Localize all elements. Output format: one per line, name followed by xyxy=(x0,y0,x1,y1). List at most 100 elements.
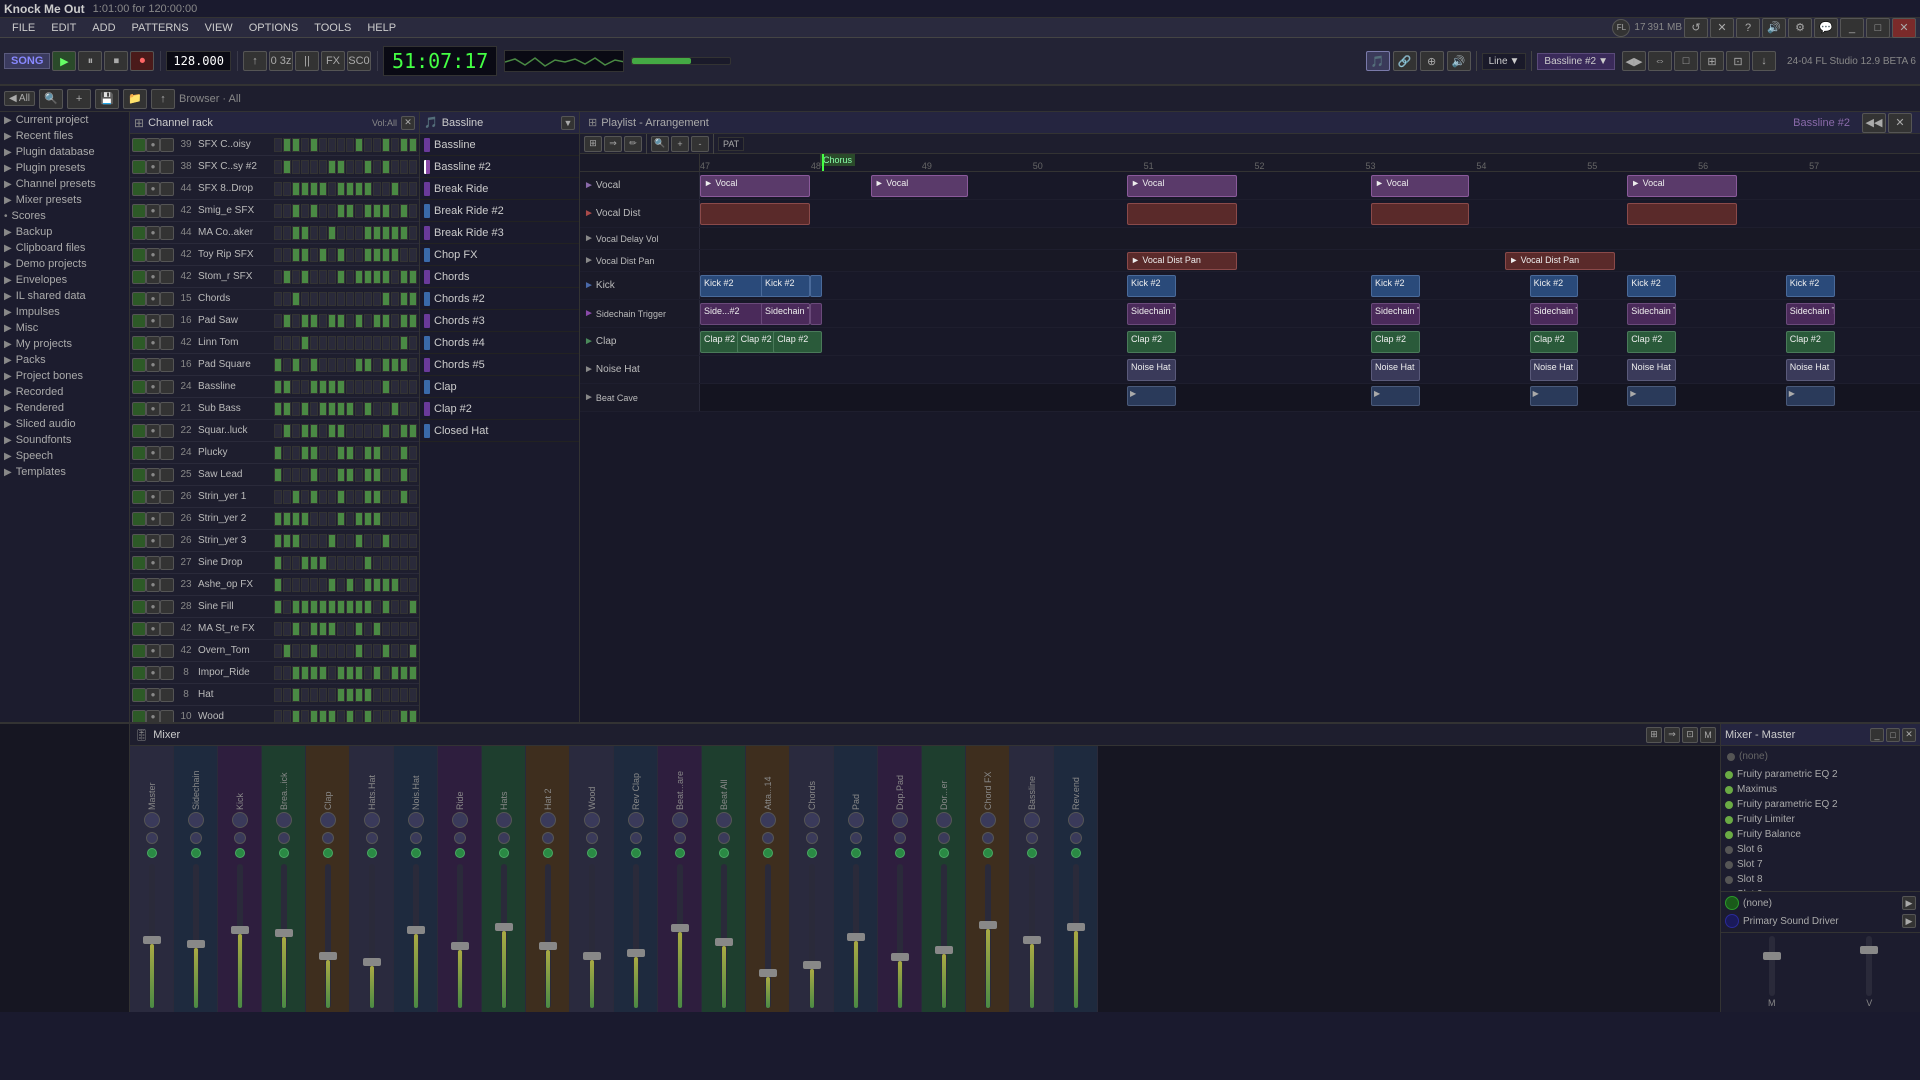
step-23-7[interactable] xyxy=(337,644,345,658)
chan-pattern-14[interactable] xyxy=(274,446,417,460)
clip-side-7[interactable]: Sidechain Trigger #2 xyxy=(1627,303,1676,325)
step-11-5[interactable] xyxy=(319,380,327,394)
step-5-13[interactable] xyxy=(391,248,399,262)
step-11-12[interactable] xyxy=(382,380,390,394)
step-19-10[interactable] xyxy=(364,556,372,570)
mp-max[interactable]: □ xyxy=(1886,728,1900,742)
strip-fader-4[interactable] xyxy=(325,864,331,1008)
step-0-13[interactable] xyxy=(391,138,399,152)
step-3-8[interactable] xyxy=(346,204,354,218)
mp-min[interactable]: _ xyxy=(1870,728,1884,742)
steps-btn[interactable]: 0 3z xyxy=(269,51,293,71)
sidebar-item-demo-projects[interactable]: ▶Demo projects xyxy=(0,256,129,272)
step-6-9[interactable] xyxy=(355,270,363,284)
step-26-11[interactable] xyxy=(373,710,381,723)
step-8-5[interactable] xyxy=(319,314,327,328)
step-18-12[interactable] xyxy=(382,534,390,548)
step-14-3[interactable] xyxy=(301,446,309,460)
step-1-10[interactable] xyxy=(364,160,372,174)
step-8-7[interactable] xyxy=(337,314,345,328)
pl-btn2[interactable]: ✕ xyxy=(1888,113,1912,133)
chan-pattern-21[interactable] xyxy=(274,600,417,614)
step-1-0[interactable] xyxy=(274,160,282,174)
channel-row-1[interactable]: ● 38 SFX C..sy #2 xyxy=(130,156,419,178)
channel-row-16[interactable]: ● 26 Strin_yer 1 xyxy=(130,486,419,508)
step-12-3[interactable] xyxy=(301,402,309,416)
sidebar-item-impulses[interactable]: ▶Impulses xyxy=(0,304,129,320)
step-21-15[interactable] xyxy=(409,600,417,614)
step-22-3[interactable] xyxy=(301,622,309,636)
strip-send-1[interactable] xyxy=(190,832,202,844)
step-10-6[interactable] xyxy=(328,358,336,372)
step-3-13[interactable] xyxy=(391,204,399,218)
pl-t2[interactable]: ⇒ xyxy=(604,136,622,152)
step-8-13[interactable] xyxy=(391,314,399,328)
step-6-8[interactable] xyxy=(346,270,354,284)
step-5-0[interactable] xyxy=(274,248,282,262)
step-12-7[interactable] xyxy=(337,402,345,416)
pause-btn[interactable]: ⏸ xyxy=(78,51,102,71)
chan-pattern-20[interactable] xyxy=(274,578,417,592)
chan-track-1[interactable] xyxy=(160,160,174,174)
step-14-8[interactable] xyxy=(346,446,354,460)
chan-solo-18[interactable]: ● xyxy=(146,534,160,548)
step-20-11[interactable] xyxy=(373,578,381,592)
step-26-15[interactable] xyxy=(409,710,417,723)
step-0-9[interactable] xyxy=(355,138,363,152)
step-8-11[interactable] xyxy=(373,314,381,328)
step-9-2[interactable] xyxy=(292,336,300,350)
chan-pattern-7[interactable] xyxy=(274,292,417,306)
step-20-10[interactable] xyxy=(364,578,372,592)
chan-solo-12[interactable]: ● xyxy=(146,402,160,416)
step-13-5[interactable] xyxy=(319,424,327,438)
clip-kick-5[interactable]: Kick #2 xyxy=(1371,275,1420,297)
save-btn[interactable]: 💾 xyxy=(95,89,119,109)
strip-fader-11[interactable] xyxy=(633,864,639,1008)
channel-row-19[interactable]: ● 27 Sine Drop xyxy=(130,552,419,574)
channel-row-7[interactable]: ● 15 Chords xyxy=(130,288,419,310)
step-7-4[interactable] xyxy=(310,292,318,306)
output-2-arrow[interactable]: ▶ xyxy=(1902,914,1916,928)
step-26-9[interactable] xyxy=(355,710,363,723)
strip-send-4[interactable] xyxy=(322,832,334,844)
step-14-10[interactable] xyxy=(364,446,372,460)
t-icon1[interactable]: ◀▶ xyxy=(1622,51,1646,71)
step-5-12[interactable] xyxy=(382,248,390,262)
step-10-4[interactable] xyxy=(310,358,318,372)
channel-row-20[interactable]: ● 23 Ashe_op FX xyxy=(130,574,419,596)
step-12-6[interactable] xyxy=(328,402,336,416)
clip-kick-7[interactable]: Kick #2 xyxy=(1627,275,1676,297)
step-16-3[interactable] xyxy=(301,490,309,504)
step-1-4[interactable] xyxy=(310,160,318,174)
chan-track-11[interactable] xyxy=(160,380,174,394)
step-8-10[interactable] xyxy=(364,314,372,328)
clip-kick-4[interactable]: Kick #2 xyxy=(1127,275,1176,297)
step-21-5[interactable] xyxy=(319,600,327,614)
strip-thumb-4[interactable] xyxy=(319,952,337,960)
chan-pattern-3[interactable] xyxy=(274,204,417,218)
step-10-10[interactable] xyxy=(364,358,372,372)
step-25-5[interactable] xyxy=(319,688,327,702)
chan-track-21[interactable] xyxy=(160,600,174,614)
step-10-14[interactable] xyxy=(400,358,408,372)
step-19-5[interactable] xyxy=(319,556,327,570)
step-9-1[interactable] xyxy=(283,336,291,350)
step-19-12[interactable] xyxy=(382,556,390,570)
chan-solo-13[interactable]: ● xyxy=(146,424,160,438)
step-15-5[interactable] xyxy=(319,468,327,482)
strip-fader-17[interactable] xyxy=(897,864,903,1008)
step-5-5[interactable] xyxy=(319,248,327,262)
step-13-13[interactable] xyxy=(391,424,399,438)
chan-mute-25[interactable] xyxy=(132,688,146,702)
menu-tools[interactable]: TOOLS xyxy=(306,20,359,36)
chan-mute-12[interactable] xyxy=(132,402,146,416)
step-24-14[interactable] xyxy=(400,666,408,680)
step-0-15[interactable] xyxy=(409,138,417,152)
step-22-11[interactable] xyxy=(373,622,381,636)
step-25-7[interactable] xyxy=(337,688,345,702)
step-24-13[interactable] xyxy=(391,666,399,680)
step-23-0[interactable] xyxy=(274,644,282,658)
strip-knob-4[interactable] xyxy=(320,812,336,828)
step-16-6[interactable] xyxy=(328,490,336,504)
strip-fader-14[interactable] xyxy=(765,864,771,1008)
